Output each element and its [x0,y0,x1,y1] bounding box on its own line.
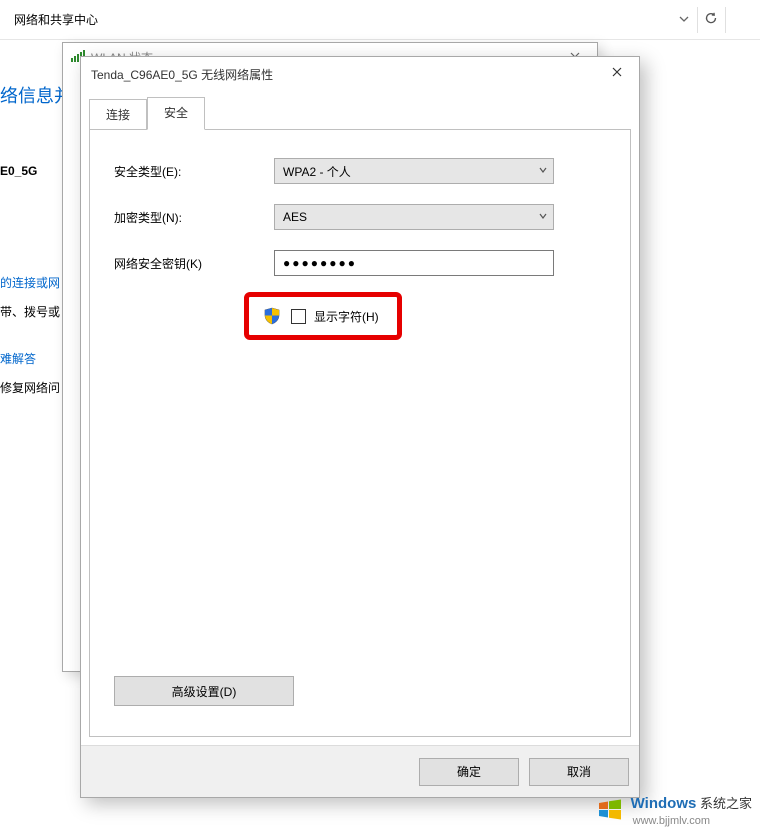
close-icon [612,67,622,77]
search-button[interactable] [728,7,754,33]
watermark-sub: 系统之家 [700,796,752,811]
cancel-button-label: 取消 [567,763,591,780]
select-encryption-type[interactable]: AES [274,204,554,230]
windows-logo-icon [595,795,625,825]
bg-trouble-text-fragment: 修复网络问 [0,381,60,395]
chevron-down-icon [679,13,689,27]
address-bar-path[interactable]: 网络和共享中心 [6,7,671,33]
tab-connect[interactable]: 连接 [89,99,147,129]
dialog-button-bar: 确定 取消 [81,745,639,797]
input-network-key[interactable]: ●●●●●●●● [274,250,554,276]
row-show-characters: 显示字符(H) [244,292,402,340]
tab-security[interactable]: 安全 [147,97,205,130]
wireless-properties-dialog: Tenda_C96AE0_5G 无线网络属性 连接 安全 安全类型(E): WP… [80,56,640,798]
select-security-type-value: WPA2 - 个人 [283,163,351,180]
watermark-brand: Windows [631,795,697,812]
bg-connection-link-fragment[interactable]: 的连接或网 [0,276,60,290]
tab-strip: 连接 安全 [81,91,639,129]
row-encryption-type: 加密类型(N): AES [114,204,606,230]
checkbox-show-characters[interactable] [291,309,306,324]
refresh-icon [704,11,718,28]
label-show-characters[interactable]: 显示字符(H) [314,308,379,325]
cancel-button[interactable]: 取消 [529,758,629,786]
bg-connection-text-fragment: 带、拨号或 [0,305,60,319]
label-encryption-type: 加密类型(N): [114,209,274,226]
advanced-settings-button[interactable]: 高级设置(D) [114,676,294,706]
properties-title: Tenda_C96AE0_5G 无线网络属性 [91,66,273,83]
address-bar: 网络和共享中心 [0,0,760,40]
address-bar-dropdown-button[interactable] [671,7,697,33]
uac-shield-icon [263,307,281,325]
separator [725,7,726,33]
properties-titlebar[interactable]: Tenda_C96AE0_5G 无线网络属性 [81,57,639,91]
row-security-type: 安全类型(E): WPA2 - 个人 [114,158,606,184]
bg-network-name-fragment: E0_5G [0,164,37,178]
chevron-down-icon [539,166,547,177]
row-network-key: 网络安全密钥(K) ●●●●●●●● [114,250,606,276]
advanced-settings-label: 高级设置(D) [172,683,237,700]
ok-button[interactable]: 确定 [419,758,519,786]
properties-close-button[interactable] [595,57,639,87]
select-security-type[interactable]: WPA2 - 个人 [274,158,554,184]
watermark: Windows 系统之家 www.bjjmlv.com [595,793,752,827]
chevron-down-icon [539,212,547,223]
address-bar-refresh-button[interactable] [697,7,723,33]
bg-trouble-link-fragment[interactable]: 难解答 [0,352,36,366]
select-encryption-type-value: AES [283,210,307,224]
tab-panel-security: 安全类型(E): WPA2 - 个人 加密类型(N): AES [89,129,631,737]
label-security-type: 安全类型(E): [114,163,274,180]
watermark-url: www.bjjmlv.com [633,815,710,827]
label-network-key: 网络安全密钥(K) [114,255,274,272]
input-network-key-value: ●●●●●●●● [283,256,357,270]
ok-button-label: 确定 [457,763,481,780]
